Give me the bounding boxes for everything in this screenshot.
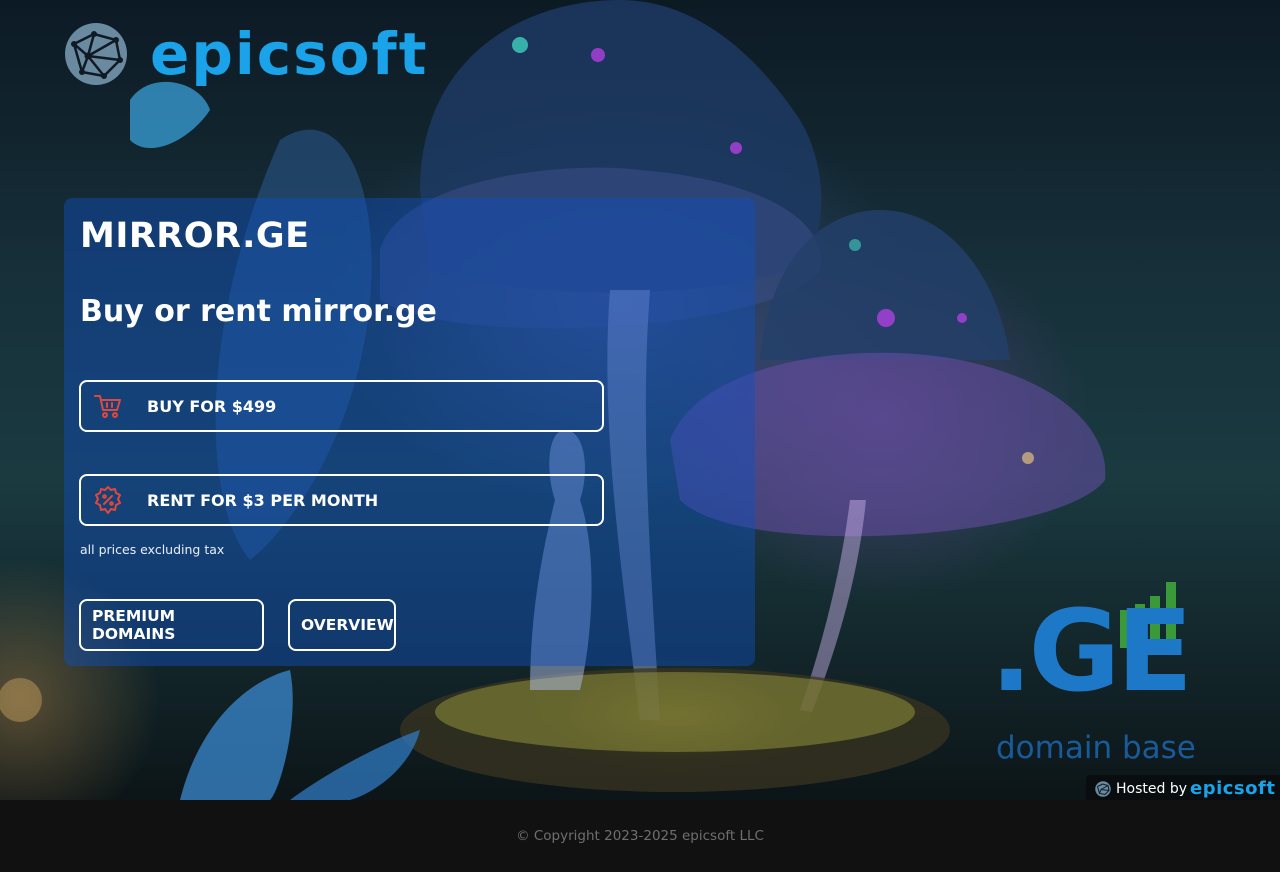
domain-title: MIRROR.GE <box>80 216 310 256</box>
ge-logo-title: .GE <box>990 587 1193 717</box>
ge-domain-base-logo: .GE domain base <box>990 578 1200 768</box>
buy-button[interactable]: BUY FOR $499 <box>79 380 604 432</box>
rent-button-label: RENT FOR $3 PER MONTH <box>147 490 379 510</box>
shopping-cart-icon <box>94 395 121 418</box>
discount-badge-icon <box>95 486 121 514</box>
offer-subtitle: Buy or rent mirror.ge <box>80 294 437 329</box>
brand-name: epicsoft <box>150 20 429 88</box>
hosted-by-brand: epicsoft <box>1190 778 1276 799</box>
globe-network-icon <box>1095 780 1111 797</box>
ge-logo-subtitle: domain base <box>996 730 1196 766</box>
brand-logo[interactable]: epicsoft <box>64 22 428 86</box>
rent-button[interactable]: RENT FOR $3 PER MONTH <box>79 474 604 526</box>
domain-offer-panel: MIRROR.GE Buy or rent mirror.ge BUY FOR … <box>64 198 755 666</box>
premium-domains-button[interactable]: PREMIUM DOMAINS <box>79 599 264 651</box>
overview-button[interactable]: OVERVIEW <box>288 599 396 651</box>
hosted-by-badge[interactable]: Hosted by epicsoft <box>1086 775 1280 802</box>
footer: © Copyright 2023-2025 epicsoft LLC <box>0 800 1280 872</box>
copyright-text: © Copyright 2023-2025 epicsoft LLC <box>516 828 764 844</box>
tax-note: all prices excluding tax <box>80 542 225 557</box>
hosted-by-label: Hosted by <box>1116 780 1187 797</box>
buy-button-label: BUY FOR $499 <box>147 396 277 416</box>
globe-network-icon <box>65 23 127 85</box>
